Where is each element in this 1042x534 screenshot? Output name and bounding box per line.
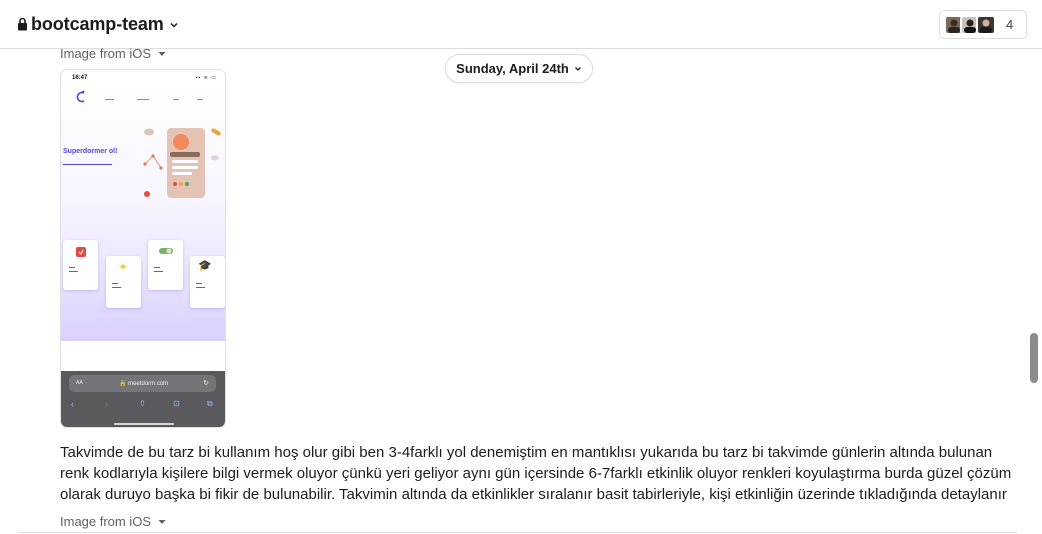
- card-icon: [159, 248, 173, 254]
- scrollbar-thumb[interactable]: [1030, 333, 1038, 383]
- graduation-cap-icon: 🎓: [198, 260, 212, 272]
- feature-card: ✦ ▬▬ ▬▬▬: [106, 256, 141, 308]
- members-button[interactable]: 4: [939, 10, 1027, 39]
- sparkle-icon: ✦: [118, 260, 129, 274]
- message-text: Takvimde de bu tarz bi kullanım hoş olur…: [60, 444, 1012, 503]
- card-title: ▬▬ ▬▬▬: [69, 265, 78, 273]
- image-label: Image from iOS: [60, 514, 152, 529]
- bookmarks-icon: ⊡: [173, 399, 180, 408]
- nav-link: ▬▬▬▬: [137, 97, 149, 101]
- channel-name-button[interactable]: bootcamp-team: [17, 9, 179, 39]
- card-icon: [76, 247, 86, 257]
- back-icon: ‹: [71, 399, 74, 409]
- safari-toolbar: AA 🔒 meetdorm.com ↻ ‹ › ⇧ ⊡ ⧉: [61, 371, 225, 427]
- home-indicator: [114, 423, 174, 425]
- hero-title: Superdormer ol!: [63, 148, 118, 155]
- reader-aa-button: AA: [76, 380, 83, 386]
- image-label-toggle[interactable]: Image from iOS: [60, 514, 166, 529]
- image-label: Image from iOS: [60, 46, 152, 61]
- tabs-icon: ⧉: [207, 399, 213, 408]
- hero-illustration: [143, 128, 221, 198]
- url-value: meetdorm.com: [128, 381, 169, 387]
- nav-link: ▬▬▬: [105, 97, 114, 101]
- phone-time: 16:47: [72, 75, 88, 81]
- card-title: ▬▬ ▬▬▬: [154, 265, 163, 273]
- image-attachment[interactable]: 16:47 ▪▪ ≋ ▭ ▬▬▬ ▬▬▬▬ ▬▬ ▬▬ Superdormer …: [60, 69, 226, 428]
- date-divider-button[interactable]: Sunday, April 24th: [445, 54, 593, 83]
- site-logo-icon: [76, 90, 85, 103]
- card-title: ▬▬ ▬▬▬: [196, 281, 205, 289]
- website-preview: ▬▬▬ ▬▬▬▬ ▬▬ ▬▬ Superdormer ol! ▬▬▬▬▬▬▬▬▬…: [61, 86, 225, 341]
- forward-icon: ›: [105, 399, 108, 409]
- caret-down-icon: [158, 519, 166, 524]
- phone-status-bar: 16:47 ▪▪ ≋ ▭: [61, 70, 225, 86]
- url-bar: AA 🔒 meetdorm.com ↻: [69, 375, 216, 392]
- feature-card: ▬▬ ▬▬▬: [63, 240, 98, 290]
- chevron-down-icon: [574, 66, 581, 71]
- lock-icon: [18, 17, 27, 31]
- feature-card: 🎓 ▬▬ ▬▬▬: [190, 256, 225, 308]
- nav-link: ▬▬: [197, 97, 203, 101]
- nav-link: ▬▬: [173, 97, 179, 101]
- avatar: [976, 14, 996, 35]
- feature-card: ▬▬ ▬▬▬: [148, 240, 183, 290]
- date-divider-label: Sunday, April 24th: [456, 61, 569, 76]
- card-title: ▬▬ ▬▬▬: [112, 281, 121, 289]
- channel-name: bootcamp-team: [31, 13, 164, 34]
- member-count: 4: [1006, 17, 1014, 32]
- share-icon: ⇧: [139, 399, 146, 408]
- image-label-toggle[interactable]: Image from iOS: [60, 46, 166, 61]
- chevron-down-icon: [170, 22, 178, 28]
- hero-subtitle: ▬▬▬▬▬▬▬▬▬▬▬▬▬▬: [63, 162, 112, 166]
- url-text: 🔒 meetdorm.com: [119, 381, 169, 387]
- caret-down-icon: [158, 51, 166, 56]
- reload-icon: ↻: [203, 380, 209, 387]
- signal-wifi-battery-icon: ▪▪ ≋ ▭: [195, 75, 217, 81]
- channel-header: bootcamp-team 4: [0, 0, 1042, 49]
- divider: [20, 532, 1017, 533]
